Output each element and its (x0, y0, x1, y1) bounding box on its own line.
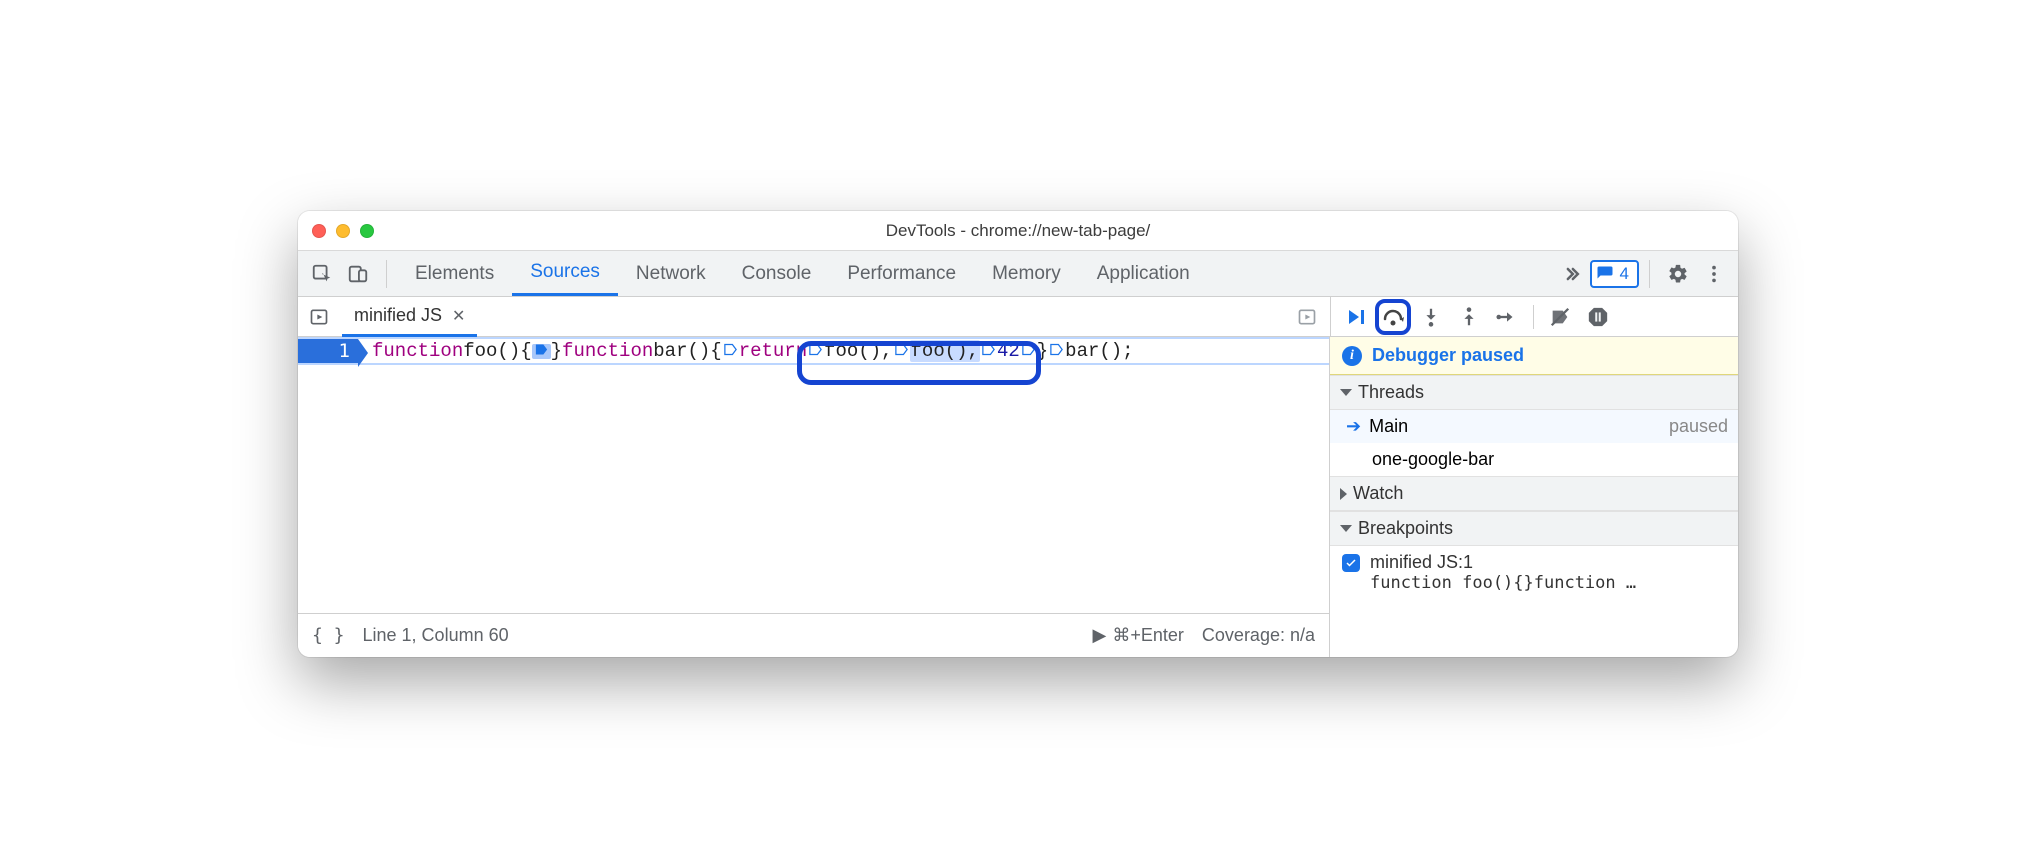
step-over-button-icon[interactable] (1375, 299, 1411, 335)
step-marker-icon (894, 342, 909, 357)
tab-network[interactable]: Network (618, 251, 724, 296)
editor-statusbar: { } Line 1, Column 60 ▶ ⌘+Enter Coverage… (298, 613, 1329, 657)
debugger-paused-banner: i Debugger paused (1330, 337, 1738, 375)
paused-marker (532, 344, 551, 359)
main-toolbar: Elements Sources Network Console Perform… (298, 251, 1738, 297)
breakpoint-preview: function foo(){}function … (1370, 573, 1636, 593)
code-text: foo(){ (463, 340, 531, 362)
section-label: Threads (1358, 382, 1424, 403)
kebab-menu-icon[interactable] (1696, 256, 1732, 292)
maximize-window-button[interactable] (360, 224, 374, 238)
tab-console[interactable]: Console (724, 251, 830, 296)
tab-application[interactable]: Application (1079, 251, 1208, 296)
chevron-down-icon (1340, 389, 1352, 396)
step-marker-icon (1049, 342, 1064, 357)
tab-sources[interactable]: Sources (512, 251, 618, 296)
step-marker-icon (808, 342, 823, 357)
panel-tabs: Elements Sources Network Console Perform… (397, 251, 1208, 296)
more-tabs-icon[interactable] (1554, 256, 1590, 292)
step-marker-icon (981, 342, 996, 357)
inspect-element-icon[interactable] (304, 256, 340, 292)
thread-main[interactable]: ➔ Main paused (1330, 410, 1738, 443)
file-tab-strip: minified JS ✕ (298, 297, 1330, 336)
current-thread-arrow-icon: ➔ (1346, 416, 1361, 437)
code-text: } (551, 340, 562, 362)
deactivate-breakpoints-icon[interactable] (1542, 299, 1578, 335)
execution-marker-icon (534, 342, 549, 357)
code-number: 42 (997, 340, 1020, 362)
keyword-function: function (372, 340, 463, 362)
step-button-icon[interactable] (1489, 299, 1525, 335)
step-into-button-icon[interactable] (1413, 299, 1449, 335)
keyword-return: return (739, 340, 807, 362)
line-number[interactable]: 1 (298, 339, 358, 363)
toolbar-separator (386, 260, 387, 288)
editor-pane: 1 function foo(){}function bar(){return … (298, 337, 1330, 657)
thread-one-google-bar[interactable]: one-google-bar (1330, 443, 1738, 476)
tab-performance[interactable]: Performance (829, 251, 974, 296)
thread-status: paused (1669, 416, 1728, 437)
step-out-button-icon[interactable] (1451, 299, 1487, 335)
window-title: DevTools - chrome://new-tab-page/ (298, 221, 1738, 241)
paused-label: Debugger paused (1372, 345, 1524, 366)
code-call: foo(), (824, 340, 892, 362)
minimize-window-button[interactable] (336, 224, 350, 238)
debugger-separator (1533, 305, 1534, 329)
close-window-button[interactable] (312, 224, 326, 238)
keyword-function: function (562, 340, 653, 362)
breakpoint-location: minified JS:1 (1370, 552, 1636, 573)
info-icon: i (1342, 346, 1362, 366)
file-tab-minified-js[interactable]: minified JS ✕ (342, 298, 477, 337)
breakpoint-checkbox[interactable] (1342, 554, 1360, 572)
section-label: Watch (1353, 483, 1403, 504)
toggle-navigator-icon[interactable] (304, 302, 334, 332)
debugger-toolbar-container (1330, 297, 1738, 336)
tab-elements[interactable]: Elements (397, 251, 512, 296)
devtools-window: DevTools - chrome://new-tab-page/ Elemen… (298, 211, 1738, 657)
code-editor[interactable]: 1 function foo(){}function bar(){return … (298, 337, 1329, 613)
code-content: function foo(){}function bar(){return fo… (358, 339, 1134, 363)
step-marker-icon (723, 342, 738, 357)
cursor-position: Line 1, Column 60 (363, 625, 509, 646)
window-controls (312, 224, 374, 238)
pretty-print-icon[interactable]: { } (312, 625, 345, 646)
section-threads[interactable]: Threads (1330, 375, 1738, 410)
coverage-status: Coverage: n/a (1202, 625, 1315, 646)
content-area: 1 function foo(){}function bar(){return … (298, 337, 1738, 657)
section-label: Breakpoints (1358, 518, 1453, 539)
more-file-tabs-icon[interactable] (1292, 302, 1322, 332)
thread-name: one-google-bar (1372, 449, 1494, 470)
code-call: bar(); (1065, 340, 1133, 362)
chevron-down-icon (1340, 525, 1352, 532)
settings-gear-icon[interactable] (1660, 256, 1696, 292)
resume-button-icon[interactable] (1337, 299, 1373, 335)
breakpoint-row[interactable]: minified JS:1 function foo(){}function … (1330, 546, 1738, 599)
section-breakpoints[interactable]: Breakpoints (1330, 511, 1738, 546)
file-tab-label: minified JS (354, 305, 442, 326)
tab-memory[interactable]: Memory (974, 251, 1079, 296)
pause-exceptions-icon[interactable] (1580, 299, 1616, 335)
code-text: bar(){ (653, 340, 721, 362)
window-titlebar: DevTools - chrome://new-tab-page/ (298, 211, 1738, 251)
chevron-right-icon (1340, 488, 1347, 500)
code-text: } (1037, 340, 1048, 362)
toolbar-separator (1649, 260, 1650, 288)
run-snippet-button[interactable]: ▶ ⌘+Enter (1093, 625, 1184, 646)
code-line-1: 1 function foo(){}function bar(){return … (298, 337, 1329, 365)
issues-count: 4 (1620, 264, 1629, 284)
code-call-highlight: foo(), (910, 340, 980, 362)
close-tab-icon[interactable]: ✕ (452, 306, 465, 326)
thread-name: Main (1369, 416, 1408, 437)
secondary-toolbar: minified JS ✕ (298, 297, 1738, 337)
step-marker-icon (1021, 342, 1036, 357)
issues-badge[interactable]: 4 (1590, 260, 1639, 288)
device-toggle-icon[interactable] (340, 256, 376, 292)
section-watch[interactable]: Watch (1330, 476, 1738, 511)
debugger-sidebar: i Debugger paused Threads ➔ Main paused … (1330, 337, 1738, 657)
